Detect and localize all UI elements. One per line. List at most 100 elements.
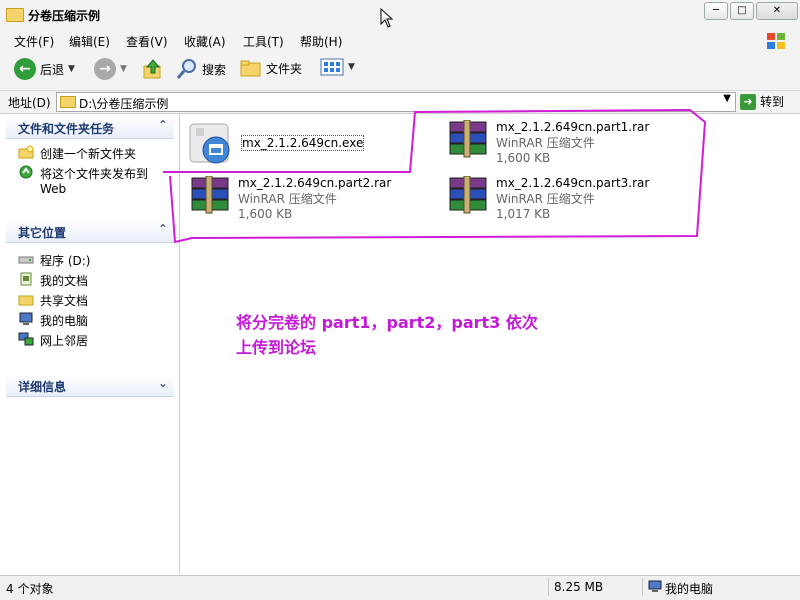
- rar-archive-icon: [449, 176, 487, 214]
- back-label: 后退: [40, 62, 65, 77]
- search-icon: [176, 59, 196, 79]
- file-size: 1,600 KB: [496, 151, 551, 165]
- back-button[interactable]: ← 后退 ▼: [14, 58, 75, 80]
- go-label: 转到: [760, 95, 785, 109]
- up-folder-icon: [143, 59, 161, 79]
- menu-help[interactable]: 帮助(H): [300, 33, 342, 50]
- address-input[interactable]: D:\分卷压缩示例 ▼: [56, 92, 736, 112]
- rar-archive-icon: [191, 176, 229, 214]
- network-icon: [18, 332, 34, 346]
- address-bar: 地址(D) D:\分卷压缩示例 ▼ ➜ 转到: [0, 91, 800, 114]
- places-panel-header[interactable]: 其它位置 ⌃: [6, 220, 174, 243]
- place-label: 我的电脑: [40, 314, 89, 328]
- place-drive-d[interactable]: 程序 (D:): [18, 252, 90, 269]
- place-network[interactable]: 网上邻居: [18, 332, 88, 349]
- panel-title: 文件和文件夹任务: [18, 122, 115, 136]
- folder-icon: [60, 96, 76, 108]
- publish-web-task[interactable]: 将这个文件夹发布到 Web: [18, 165, 148, 196]
- new-folder-icon: [18, 145, 34, 159]
- address-path: D:\分卷压缩示例: [79, 97, 169, 111]
- chevron-down-icon: ▼: [120, 64, 127, 74]
- place-label: 程序 (D:): [40, 254, 91, 268]
- file-type: WinRAR 压缩文件: [238, 192, 337, 206]
- search-button[interactable]: 搜索: [176, 58, 226, 80]
- task-pane: 文件和文件夹任务 ⌃ 创建一个新文件夹 将这个文件夹发布到 Web 其它位置 ⌃…: [0, 114, 180, 574]
- task-label: 创建一个新文件夹: [40, 147, 137, 161]
- object-count: 4 个对象: [6, 582, 54, 596]
- chevron-down-icon: ▼: [68, 64, 75, 74]
- file-size: 1,017 KB: [496, 207, 551, 221]
- file-name: mx_2.1.2.649cn.exe: [240, 135, 365, 151]
- mouse-cursor-icon: [380, 8, 394, 28]
- file-item[interactable]: mx_2.1.2.649cn.part1.rar WinRAR 压缩文件 1,6…: [444, 120, 649, 165]
- shared-folder-icon: [18, 295, 34, 306]
- views-icon: [320, 58, 344, 76]
- chevron-down-icon[interactable]: ▼: [723, 93, 731, 104]
- minimize-button[interactable]: ─: [704, 2, 728, 20]
- windows-logo-icon: [767, 33, 785, 49]
- search-label: 搜索: [202, 62, 227, 77]
- task-label: 将这个文件夹发布到: [40, 167, 149, 181]
- place-shared-documents[interactable]: 共享文档: [18, 292, 88, 309]
- place-my-computer[interactable]: 我的电脑: [18, 312, 88, 329]
- back-arrow-icon: ←: [14, 58, 36, 80]
- status-bar: 4 个对象 8.25 MB 我的电脑: [0, 575, 800, 600]
- drive-icon: [18, 256, 34, 264]
- place-label: 共享文档: [40, 294, 89, 308]
- annotation-line: 将分完卷的 part1，part2，part3 依次: [236, 313, 538, 332]
- menu-view[interactable]: 查看(V): [126, 33, 168, 50]
- expand-icon[interactable]: ⌄: [158, 376, 168, 390]
- place-label: 网上邻居: [40, 334, 89, 348]
- file-name: mx_2.1.2.649cn.part3.rar: [496, 176, 650, 190]
- file-name: mx_2.1.2.649cn.part2.rar: [238, 176, 392, 190]
- go-button[interactable]: ➜ 转到: [740, 93, 784, 110]
- new-folder-task[interactable]: 创建一个新文件夹: [18, 145, 136, 162]
- status-divider: [642, 578, 643, 596]
- toolbar: ← 后退 ▼ → ▼ 搜索 文件夹 ▼: [0, 50, 800, 91]
- folders-label: 文件夹: [266, 61, 303, 76]
- file-name: mx_2.1.2.649cn.part1.rar: [496, 120, 650, 134]
- tasks-panel-header[interactable]: 文件和文件夹任务 ⌃: [6, 116, 174, 139]
- computer-icon: [19, 312, 33, 325]
- file-size: 1,600 KB: [238, 207, 293, 221]
- views-button[interactable]: ▼: [320, 58, 355, 76]
- title-bar: 分卷压缩示例 ─ □ ✕: [0, 0, 800, 31]
- close-button[interactable]: ✕: [756, 2, 798, 20]
- place-label: 我的文档: [40, 274, 89, 288]
- exe-file-icon: [189, 123, 230, 164]
- collapse-icon[interactable]: ⌃: [158, 118, 168, 132]
- folder-icon: [6, 8, 24, 22]
- file-item[interactable]: mx_2.1.2.649cn.exe: [188, 122, 365, 166]
- details-panel-header[interactable]: 详细信息 ⌄: [6, 374, 174, 397]
- window-title: 分卷压缩示例: [28, 9, 101, 23]
- total-size: 8.25 MB: [554, 580, 604, 594]
- go-arrow-icon: ➜: [740, 93, 756, 110]
- annotation-line: 上传到论坛: [236, 338, 317, 357]
- folders-button[interactable]: 文件夹: [240, 58, 302, 78]
- maximize-button[interactable]: □: [730, 2, 754, 20]
- computer-icon: [648, 580, 662, 592]
- menu-tools[interactable]: 工具(T): [243, 33, 284, 50]
- status-divider: [548, 578, 549, 596]
- menu-file[interactable]: 文件(F): [14, 33, 54, 50]
- panel-title: 其它位置: [18, 226, 67, 240]
- menu-favorites[interactable]: 收藏(A): [184, 33, 226, 50]
- forward-arrow-icon: →: [94, 58, 116, 80]
- address-label: 地址(D): [8, 96, 51, 110]
- documents-icon: [20, 272, 32, 286]
- file-type: WinRAR 压缩文件: [496, 136, 595, 150]
- menu-bar: 文件(F) 编辑(E) 查看(V) 收藏(A) 工具(T) 帮助(H): [0, 30, 800, 50]
- status-location: 我的电脑: [665, 582, 714, 596]
- place-my-documents[interactable]: 我的文档: [18, 272, 88, 289]
- file-item[interactable]: mx_2.1.2.649cn.part2.rar WinRAR 压缩文件 1,6…: [186, 176, 391, 221]
- menu-edit[interactable]: 编辑(E): [69, 33, 110, 50]
- publish-web-icon: [19, 165, 33, 179]
- collapse-icon[interactable]: ⌃: [158, 222, 168, 236]
- forward-button[interactable]: → ▼: [94, 58, 127, 80]
- folders-icon: [240, 60, 261, 77]
- file-item[interactable]: mx_2.1.2.649cn.part3.rar WinRAR 压缩文件 1,0…: [444, 176, 649, 221]
- annotation-text: 将分完卷的 part1，part2，part3 依次 上传到论坛: [236, 310, 538, 360]
- panel-title: 详细信息: [18, 380, 67, 394]
- up-folder-button[interactable]: [142, 58, 164, 80]
- task-label-cont: Web: [40, 182, 67, 196]
